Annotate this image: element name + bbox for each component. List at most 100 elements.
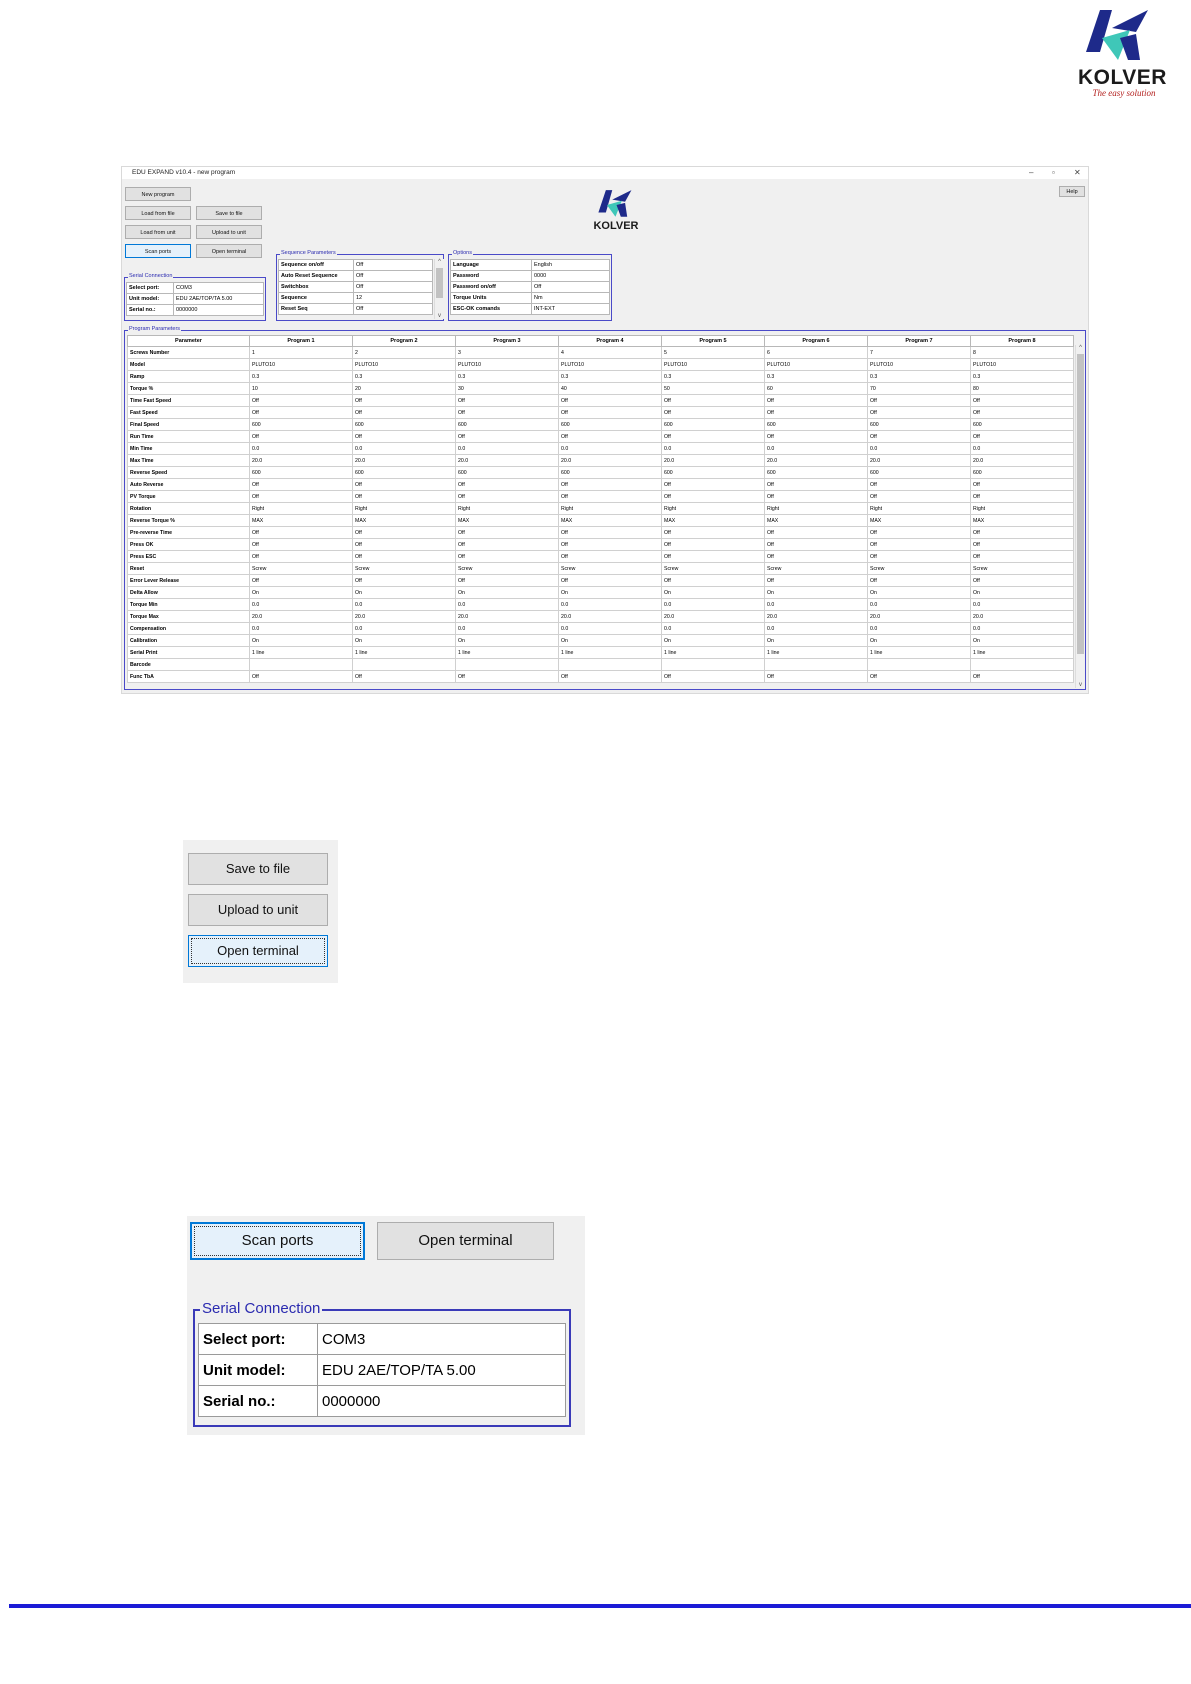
program-cell[interactable]: Screw <box>249 562 353 575</box>
program-cell[interactable]: Off <box>867 550 971 563</box>
program-cell[interactable]: 0.0 <box>867 598 971 611</box>
program-cell[interactable]: Off <box>867 670 971 683</box>
param-value[interactable]: Off <box>353 303 433 315</box>
program-cell[interactable]: 20.0 <box>764 454 868 467</box>
program-cell[interactable]: On <box>352 634 456 647</box>
program-cell[interactable]: Screw <box>661 562 765 575</box>
program-cell[interactable]: Off <box>867 430 971 443</box>
program-cell[interactable]: Off <box>867 394 971 407</box>
program-cell[interactable]: Right <box>352 502 456 515</box>
program-cell[interactable]: 0.0 <box>352 598 456 611</box>
program-cell[interactable]: 1 line <box>455 646 559 659</box>
program-cell[interactable]: Off <box>558 394 662 407</box>
program-cell[interactable]: Screw <box>867 562 971 575</box>
program-cell[interactable]: 1 line <box>661 646 765 659</box>
program-cell[interactable]: Off <box>558 526 662 539</box>
program-cell[interactable]: 0.0 <box>455 622 559 635</box>
program-cell[interactable]: On <box>970 586 1074 599</box>
program-cell[interactable]: 0.0 <box>764 442 868 455</box>
program-cell[interactable]: 30 <box>455 382 559 395</box>
program-cell[interactable]: 1 <box>249 346 353 359</box>
program-cell[interactable]: 600 <box>455 466 559 479</box>
option-value[interactable]: INT-EXT <box>531 303 610 315</box>
program-cell[interactable]: 1 line <box>970 646 1074 659</box>
option-value[interactable]: Nm <box>531 292 610 304</box>
program-cell[interactable]: Off <box>352 538 456 551</box>
load-from-unit-button[interactable]: Load from unit <box>125 225 191 239</box>
program-cell[interactable]: 0.0 <box>867 442 971 455</box>
program-cell[interactable]: 0.0 <box>249 442 353 455</box>
program-cell[interactable]: PLUTO10 <box>455 358 559 371</box>
program-cell[interactable]: Right <box>764 502 868 515</box>
program-cell[interactable]: Off <box>455 406 559 419</box>
program-cell[interactable]: Off <box>867 490 971 503</box>
program-cell[interactable]: Off <box>970 490 1074 503</box>
program-cell[interactable]: 600 <box>558 466 662 479</box>
program-cell[interactable]: Off <box>661 574 765 587</box>
program-cell[interactable]: 0.0 <box>558 622 662 635</box>
open-terminal-button[interactable]: Open terminal <box>196 244 262 258</box>
program-cell[interactable]: Off <box>558 538 662 551</box>
program-cell[interactable]: 0.0 <box>970 622 1074 635</box>
program-cell[interactable]: MAX <box>249 514 353 527</box>
program-cell[interactable]: 4 <box>558 346 662 359</box>
program-cell[interactable]: 600 <box>970 466 1074 479</box>
close-icon[interactable]: ✕ <box>1074 168 1081 177</box>
program-cell[interactable]: 8 <box>970 346 1074 359</box>
program-cell[interactable]: 6 <box>764 346 868 359</box>
program-cell[interactable]: PLUTO10 <box>867 358 971 371</box>
program-cell[interactable]: Off <box>970 478 1074 491</box>
program-cell[interactable]: Off <box>764 538 868 551</box>
program-cell[interactable]: 20.0 <box>867 454 971 467</box>
program-cell[interactable]: Off <box>661 478 765 491</box>
program-cell[interactable]: Off <box>661 538 765 551</box>
program-cell[interactable]: Off <box>970 550 1074 563</box>
program-cell[interactable]: 20.0 <box>558 610 662 623</box>
program-cell[interactable]: 0.0 <box>558 442 662 455</box>
program-cell[interactable]: 0.0 <box>970 442 1074 455</box>
program-cell[interactable]: 600 <box>661 466 765 479</box>
program-cell[interactable]: 0.0 <box>558 598 662 611</box>
option-value[interactable]: English <box>531 259 610 271</box>
program-cell[interactable]: 0.3 <box>455 370 559 383</box>
program-cell[interactable]: 0.0 <box>661 442 765 455</box>
program-cell[interactable]: Off <box>249 394 353 407</box>
param-value[interactable]: Off <box>353 281 433 293</box>
program-cell[interactable]: Off <box>558 406 662 419</box>
program-cell[interactable]: On <box>867 586 971 599</box>
program-cell[interactable]: 600 <box>867 418 971 431</box>
program-cell[interactable]: Off <box>970 526 1074 539</box>
program-cell[interactable]: Off <box>455 478 559 491</box>
param-value[interactable]: Off <box>353 259 433 271</box>
program-cell[interactable]: Off <box>970 430 1074 443</box>
program-cell[interactable]: Right <box>558 502 662 515</box>
program-cell[interactable]: Right <box>661 502 765 515</box>
program-cell[interactable]: On <box>661 586 765 599</box>
program-cell[interactable]: Off <box>455 430 559 443</box>
program-cell[interactable]: 600 <box>661 418 765 431</box>
program-cell[interactable]: Off <box>249 574 353 587</box>
program-cell[interactable]: 10 <box>249 382 353 395</box>
program-cell[interactable]: 1 line <box>867 646 971 659</box>
program-cell[interactable]: Off <box>558 430 662 443</box>
program-cell[interactable]: Off <box>455 670 559 683</box>
program-cell[interactable] <box>249 658 353 671</box>
program-cell[interactable]: 0.3 <box>661 370 765 383</box>
program-cell[interactable]: 600 <box>558 418 662 431</box>
sequence-scrollbar[interactable]: ^ v <box>434 259 444 319</box>
program-cell[interactable]: Off <box>249 670 353 683</box>
program-cell[interactable]: On <box>455 634 559 647</box>
program-cell[interactable]: MAX <box>764 514 868 527</box>
program-cell[interactable]: 600 <box>867 466 971 479</box>
program-cell[interactable]: MAX <box>455 514 559 527</box>
program-cell[interactable]: Off <box>661 670 765 683</box>
program-cell[interactable]: Off <box>352 394 456 407</box>
program-cell[interactable]: Off <box>558 670 662 683</box>
program-cell[interactable]: 0.3 <box>249 370 353 383</box>
new-program-button[interactable]: New program <box>125 187 191 201</box>
program-cell[interactable]: Off <box>970 574 1074 587</box>
program-cell[interactable]: Off <box>661 550 765 563</box>
program-cell[interactable]: Off <box>867 406 971 419</box>
program-cell[interactable]: 1 line <box>249 646 353 659</box>
program-cell[interactable]: On <box>249 586 353 599</box>
